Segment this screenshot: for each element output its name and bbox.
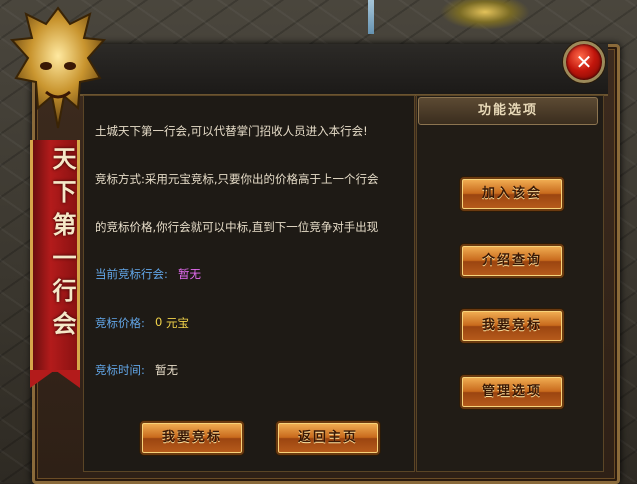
bid-button-right[interactable]: 我要竞标: [460, 309, 564, 343]
manage-options-button[interactable]: 管理选项: [460, 375, 564, 409]
bid-price-unit: 元宝: [166, 316, 189, 330]
info-line-2: 竞标方式:采用元宝竞标,只要你出的价格高于上一个行会: [95, 172, 379, 186]
back-home-button[interactable]: 返回主页: [276, 421, 380, 455]
current-guild-value: 暂无: [178, 267, 201, 281]
info-line-1: 土城天下第一行会,可以代替掌门招收人员进入本行会!: [95, 124, 368, 138]
bid-price-value: 0: [155, 315, 163, 329]
intro-query-button[interactable]: 介绍查询: [460, 244, 564, 278]
bid-price-label: 竞标价格:: [95, 316, 145, 330]
banner-title: 天下第一行会: [48, 146, 76, 344]
close-icon: ✕: [575, 50, 593, 74]
join-guild-button[interactable]: 加入该会: [460, 177, 564, 211]
bid-time-label: 竞标时间:: [95, 363, 145, 377]
function-options-area: [416, 95, 604, 472]
background-tree: [440, 0, 530, 30]
function-options-title: 功能选项: [418, 97, 598, 125]
close-button[interactable]: ✕: [563, 41, 605, 83]
current-guild-label: 当前竞标行会:: [95, 267, 168, 281]
dialog-header-bar: [78, 44, 608, 96]
background-light-beam: [368, 0, 374, 34]
banner-tail: [30, 370, 80, 388]
bid-time-value: 暂无: [155, 363, 178, 377]
info-area: [83, 95, 415, 472]
bid-button-bottom[interactable]: 我要竞标: [140, 421, 244, 455]
dragon-head-icon: [9, 6, 107, 129]
info-line-3: 的竞标价格,你行会就可以中标,直到下一位竞争对手出现: [95, 220, 379, 234]
